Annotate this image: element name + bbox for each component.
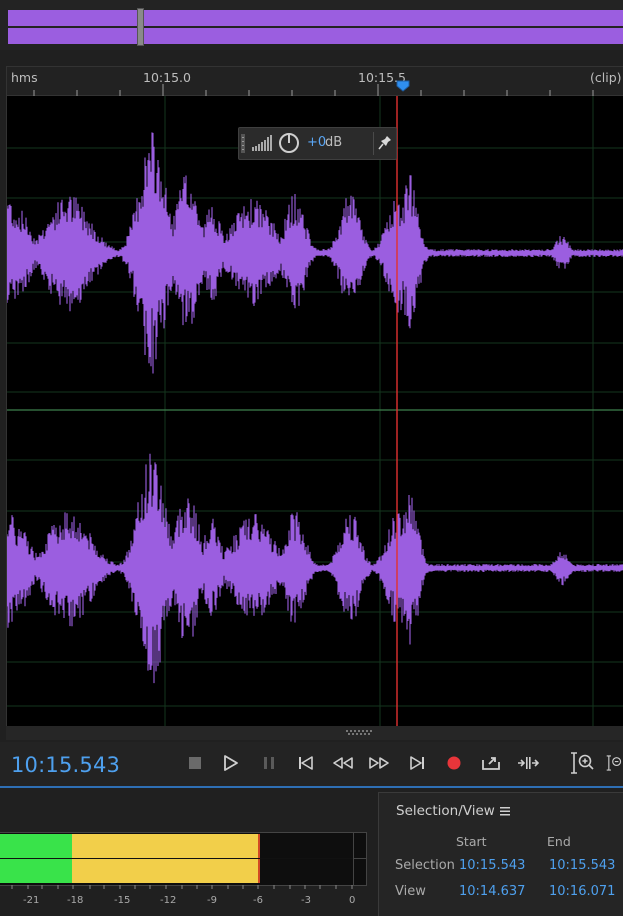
- start-column-header: Start: [456, 834, 487, 849]
- meter-clip-divider: [353, 833, 354, 885]
- hamburger-menu-icon[interactable]: [499, 805, 511, 817]
- loop-playback-button[interactable]: [479, 752, 503, 774]
- play-button[interactable]: [219, 752, 243, 774]
- meter-right-green: [0, 859, 72, 883]
- overview-waveform-right: [8, 28, 623, 44]
- level-meter: [0, 832, 367, 886]
- waveform-display: [6, 96, 623, 726]
- hud-divider: [373, 132, 374, 155]
- meter-scale-label: -18: [67, 895, 84, 906]
- ruler-ticks: [7, 84, 623, 97]
- selection-start-field[interactable]: 10:15.543: [459, 858, 525, 873]
- view-start-field[interactable]: 10:14.637: [459, 884, 525, 899]
- meter-scale-label: -12: [160, 895, 177, 906]
- meter-scale-label: -3: [301, 895, 311, 906]
- meter-left-yellow: [72, 834, 259, 858]
- current-time-display[interactable]: 10:15.543: [11, 753, 120, 777]
- pause-button[interactable]: [257, 752, 281, 774]
- fast-forward-icon: [369, 757, 389, 769]
- scroll-grip-icon[interactable]: [346, 730, 374, 735]
- overview-waveform-left: [8, 10, 623, 26]
- selection-view-panel: Selection/View Start End Selection 10:15…: [378, 792, 623, 916]
- meter-scale-label: -15: [114, 895, 131, 906]
- zoom-in-amplitude-icon: [571, 752, 594, 774]
- fast-forward-button[interactable]: [367, 752, 391, 774]
- meter-scale-label: -6: [253, 895, 263, 906]
- stop-button[interactable]: [183, 752, 207, 774]
- ruler-unit-label: hms: [11, 70, 38, 85]
- playhead-marker-icon[interactable]: [396, 80, 410, 92]
- zoom-out-amplitude-icon: [606, 755, 622, 771]
- zoom-in-amplitude-button[interactable]: [570, 752, 594, 774]
- selection-end-field[interactable]: 10:15.543: [549, 858, 615, 873]
- hud-volume-control[interactable]: +0 dB: [238, 127, 397, 160]
- hud-db-value[interactable]: +0: [307, 135, 326, 150]
- panel-focus-divider: [0, 786, 623, 788]
- loop-icon: [482, 757, 500, 770]
- rewind-button[interactable]: [331, 752, 355, 774]
- go-to-end-button[interactable]: [405, 752, 429, 774]
- record-button[interactable]: [442, 752, 466, 774]
- volume-knob-icon[interactable]: [278, 132, 300, 154]
- end-column-header: End: [547, 834, 571, 849]
- transport-bar: 10:15.543: [0, 742, 623, 786]
- meter-channel-divider: [0, 858, 366, 859]
- play-icon: [224, 755, 238, 771]
- meter-right-yellow: [72, 859, 259, 883]
- waveform-editor[interactable]: +0 dB: [6, 96, 623, 726]
- skip-selection-icon: [518, 757, 539, 769]
- levels-panel: -21 -18 -15 -12 -9 -6 -3 0: [0, 790, 374, 915]
- meter-scale-label: 0: [349, 895, 356, 906]
- selection-row-label: Selection: [395, 858, 455, 873]
- skip-back-icon: [299, 756, 313, 770]
- meter-left-green: [0, 834, 72, 858]
- level-meter-icon: [252, 135, 272, 151]
- pin-icon[interactable]: [378, 135, 392, 151]
- panel-title: Selection/View: [396, 803, 495, 819]
- meter-scale-label: -9: [207, 895, 217, 906]
- view-end-field[interactable]: 10:16.071: [549, 884, 615, 899]
- rewind-icon: [333, 757, 353, 769]
- view-row-label: View: [395, 884, 426, 899]
- meter-clip-split: [353, 858, 366, 859]
- go-to-start-button[interactable]: [294, 752, 318, 774]
- ruler-label-1: 10:15.0: [143, 70, 191, 85]
- time-ruler[interactable]: hms 10:15.0 10:15.5 (clip): [6, 66, 623, 97]
- overview-navigator[interactable]: [0, 0, 623, 50]
- horizontal-scrollbar[interactable]: [6, 726, 623, 740]
- skip-forward-icon: [410, 756, 424, 770]
- ruler-clip-label: (clip): [590, 70, 622, 85]
- meter-scale-label: -21: [23, 895, 40, 906]
- stop-icon: [189, 757, 201, 769]
- zoom-out-amplitude-button[interactable]: [606, 752, 623, 774]
- overview-view-handle[interactable]: [137, 8, 144, 46]
- skip-selection-button[interactable]: [516, 752, 540, 774]
- hud-grip-icon[interactable]: [241, 134, 245, 153]
- record-icon: [447, 756, 461, 770]
- hud-db-unit: dB: [325, 135, 343, 150]
- meter-ticks: [11, 885, 353, 889]
- pause-icon: [264, 757, 274, 769]
